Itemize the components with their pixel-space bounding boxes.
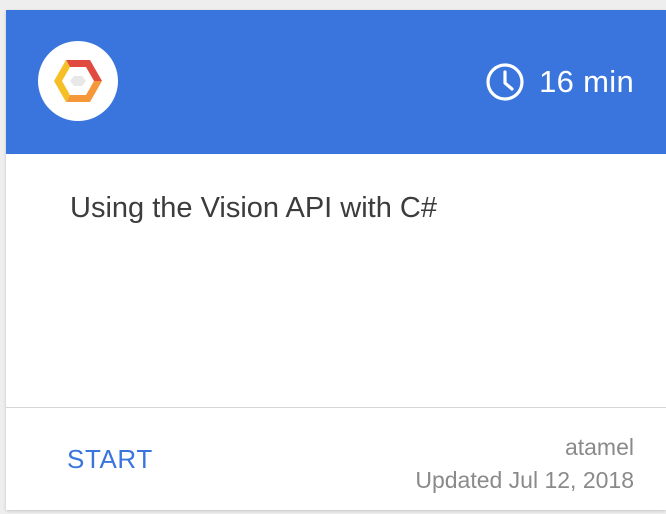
clock-icon (485, 62, 525, 102)
start-button[interactable]: START (67, 444, 153, 475)
divider (6, 407, 666, 408)
card-meta: atamel Updated Jul 12, 2018 (415, 431, 634, 497)
duration-label: 16 min (539, 64, 634, 99)
google-cloud-logo-icon (38, 41, 118, 121)
codelab-card[interactable]: 16 min Using the Vision API with C# STAR… (6, 10, 666, 510)
card-header: 16 min (6, 10, 666, 154)
author-label: atamel (564, 434, 634, 460)
updated-date: Updated Jul 12, 2018 (415, 467, 634, 493)
card-title: Using the Vision API with C# (70, 192, 437, 224)
duration: 16 min (485, 60, 634, 104)
